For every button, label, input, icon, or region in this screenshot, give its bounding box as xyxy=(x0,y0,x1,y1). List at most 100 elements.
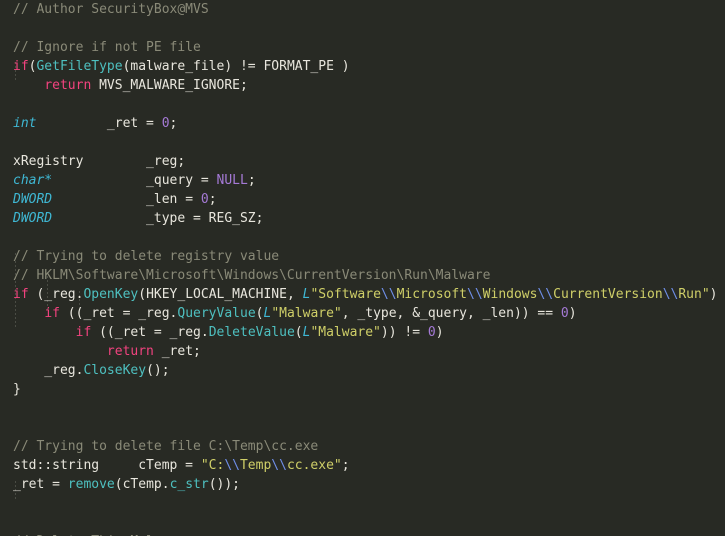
code-line[interactable] xyxy=(13,399,725,418)
token-number: 0 xyxy=(427,325,436,340)
code-line[interactable]: // Trying to delete registry value xyxy=(13,247,725,266)
token-keyword: if xyxy=(44,306,60,321)
token-keyword: if xyxy=(75,325,92,340)
code-line[interactable]: // Trying to delete file C:\Temp\cc.exe xyxy=(13,437,725,456)
token-escape: \\ xyxy=(662,287,679,302)
token-number: 0 xyxy=(560,306,569,321)
code-line[interactable]: return _ret; xyxy=(13,342,725,361)
token-plain: _type = REG_SZ; xyxy=(52,211,264,226)
code-line[interactable]: DWORD _len = 0; xyxy=(13,190,725,209)
token-plain: ; xyxy=(169,116,178,131)
token-plain: ) xyxy=(435,325,444,340)
code-line[interactable] xyxy=(13,513,725,532)
token-plain: _ret = xyxy=(13,477,68,492)
code-line[interactable]: if ((_ret = _reg.DeleteValue(L"Malware")… xyxy=(13,323,725,342)
token-keyword: if xyxy=(13,287,29,302)
token-plain: ) == xyxy=(709,287,718,302)
code-line[interactable]: } xyxy=(13,380,725,399)
code-line[interactable]: // Author SecurityBox@MVS xyxy=(13,0,725,19)
code-line[interactable]: if ((_ret = _reg.QueryValue(L"Malware", … xyxy=(13,304,725,323)
token-keyword: if xyxy=(13,59,29,74)
token-plain: ) xyxy=(568,306,577,321)
token-escape: \\ xyxy=(271,458,287,473)
token-plain: ((_ret = _reg. xyxy=(59,306,178,321)
token-string: "Software xyxy=(310,287,381,302)
code-line[interactable]: xRegistry _reg; xyxy=(13,152,725,171)
token-type: DWORD xyxy=(13,211,53,226)
code-line[interactable]: // Ignore if not PE file xyxy=(13,38,725,57)
token-type: char* xyxy=(13,173,53,188)
token-return: return xyxy=(44,78,92,93)
token-string: "Malware" xyxy=(310,325,381,340)
token-plain: MVS_MALWARE_IGNORE; xyxy=(91,78,248,93)
code-line[interactable] xyxy=(13,418,725,437)
token-plain: _ret; xyxy=(153,344,201,359)
token-number: 0 xyxy=(161,116,170,131)
token-plain: std::string cTemp = xyxy=(13,458,201,473)
token-plain: ((_ret = _reg. xyxy=(91,325,209,340)
code-line[interactable]: // Delete This Malware xyxy=(13,532,725,536)
token-string: "C: xyxy=(200,458,225,473)
token-plain: _query = xyxy=(52,173,217,188)
code-line[interactable] xyxy=(13,228,725,247)
token-comment: // Author SecurityBox@MVS xyxy=(13,2,209,17)
token-func: remove xyxy=(67,477,115,492)
token-func: QueryValue xyxy=(177,306,256,321)
code-content[interactable]: // Author SecurityBox@MVS // Ignore if n… xyxy=(13,0,725,536)
token-func: CloseKey xyxy=(83,363,147,378)
code-line[interactable]: if (_reg.OpenKey(HKEY_LOCAL_MACHINE, L"S… xyxy=(13,285,725,304)
token-string: CurrentVersion xyxy=(553,287,663,302)
token-plain: ()); xyxy=(208,477,241,492)
code-line[interactable]: return MVS_MALWARE_IGNORE; xyxy=(13,76,725,95)
token-comment: // Trying to delete file C:\Temp\cc.exe xyxy=(13,439,319,454)
token-return: return xyxy=(106,344,154,359)
token-func: DeleteValue xyxy=(208,325,295,340)
token-plain: , _type, &_query, _len)) == xyxy=(341,306,561,321)
token-func: GetFileType xyxy=(36,59,123,74)
token-escape: \\ xyxy=(467,287,483,302)
token-string: cc.exe" xyxy=(286,458,342,473)
code-line[interactable]: int _ret = 0; xyxy=(13,114,725,133)
token-comment: // Ignore if not PE file xyxy=(13,40,201,55)
token-plain: )) != xyxy=(380,325,428,340)
token-plain: (HKEY_LOCAL_MACHINE, xyxy=(138,287,303,302)
token-comment: // HKLM\Software\Microsoft\Windows\Curre… xyxy=(13,268,491,283)
token-func: OpenKey xyxy=(83,287,139,302)
token-plain: _ret = xyxy=(36,116,162,131)
token-plain: (cTemp. xyxy=(114,477,170,492)
code-line[interactable]: if(GetFileType(malware_file) != FORMAT_P… xyxy=(13,57,725,76)
token-plain: _reg. xyxy=(13,363,84,378)
token-number: 0 xyxy=(200,192,209,207)
code-line[interactable]: std::string cTemp = "C:\\Temp\\cc.exe"; xyxy=(13,456,725,475)
code-editor[interactable]: // Author SecurityBox@MVS // Ignore if n… xyxy=(0,0,725,536)
token-string: Windows xyxy=(482,287,538,302)
token-plain: (malware_file) != FORMAT_PE ) xyxy=(122,59,350,74)
token-escape: \\ xyxy=(537,287,554,302)
code-line[interactable] xyxy=(13,133,725,152)
token-escape: \\ xyxy=(380,287,397,302)
code-line[interactable]: _reg.CloseKey(); xyxy=(13,361,725,380)
token-string: Run" xyxy=(678,287,710,302)
token-plain: (); xyxy=(146,363,170,378)
code-line[interactable]: char* _query = NULL; xyxy=(13,171,725,190)
token-string: "Malware" xyxy=(271,306,342,321)
code-line[interactable] xyxy=(13,19,725,38)
code-line[interactable]: DWORD _type = REG_SZ; xyxy=(13,209,725,228)
token-string: Temp xyxy=(239,458,272,473)
token-plain: xRegistry _reg; xyxy=(13,154,186,169)
code-line[interactable] xyxy=(13,95,725,114)
code-line[interactable] xyxy=(13,494,725,513)
token-type: DWORD xyxy=(13,192,53,207)
token-string: Microsoft xyxy=(396,287,468,302)
token-plain: (_reg. xyxy=(28,287,84,302)
token-plain: ; xyxy=(247,173,256,188)
token-const: NULL xyxy=(216,173,248,188)
code-line[interactable]: // HKLM\Software\Microsoft\Windows\Curre… xyxy=(13,266,725,285)
code-line[interactable]: _ret = remove(cTemp.c_str()); xyxy=(13,475,725,494)
token-plain: ; xyxy=(341,458,350,473)
token-plain: ; xyxy=(208,192,217,207)
